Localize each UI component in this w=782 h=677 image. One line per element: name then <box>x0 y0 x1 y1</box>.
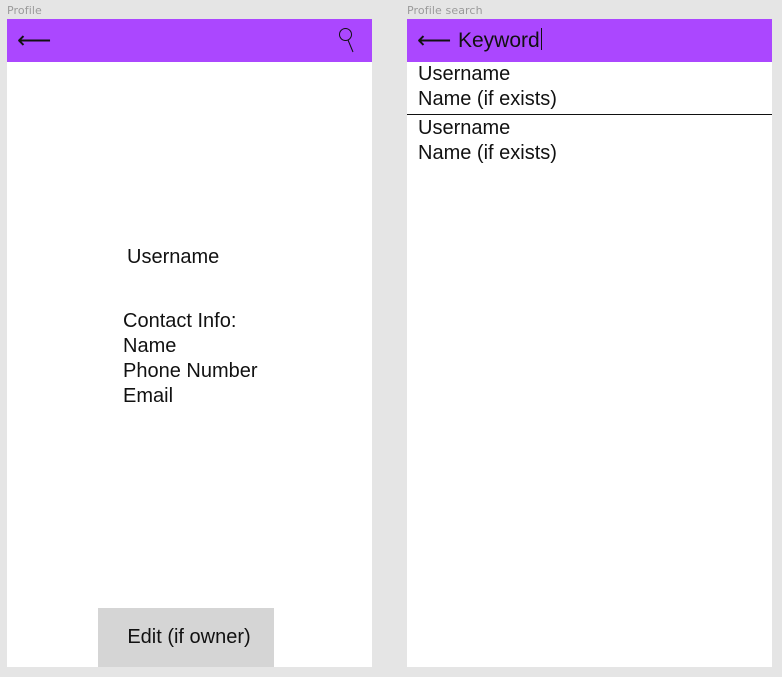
profile-app-bar: ⟵ <box>7 19 372 62</box>
search-result-item[interactable]: Username Name (if exists) <box>407 114 772 166</box>
contact-name: Name <box>123 335 177 357</box>
profile-search-screen: ⟵ Keyword Username Name (if exists) User… <box>407 19 772 667</box>
profile-username: Username <box>127 246 220 268</box>
contact-email: Email <box>123 385 174 407</box>
frame-label-profile: Profile <box>7 4 42 17</box>
search-icon[interactable] <box>337 27 355 55</box>
keyword-text: Keyword <box>458 29 540 52</box>
contact-phone: Phone Number <box>123 360 258 382</box>
result-divider <box>407 114 772 115</box>
contact-heading: Contact Info: <box>123 310 237 332</box>
profile-screen: ⟵ Username Contact Info: Name Phone Numb… <box>7 19 372 667</box>
result-username: Username <box>418 63 511 85</box>
frame-label-profile-search: Profile search <box>407 4 483 17</box>
text-caret <box>540 28 543 50</box>
search-result-item[interactable]: Username Name (if exists) <box>407 62 772 114</box>
keyword-search-input[interactable]: Keyword <box>458 27 543 55</box>
result-name: Name (if exists) <box>418 88 557 110</box>
result-username: Username <box>418 117 511 139</box>
contact-info: Contact Info: Name Phone Number Email <box>123 309 258 409</box>
back-arrow-icon[interactable]: ⟵ <box>17 23 51 57</box>
back-arrow-icon[interactable]: ⟵ <box>417 23 451 57</box>
edit-profile-button[interactable]: Edit (if owner) <box>98 608 274 667</box>
result-name: Name (if exists) <box>418 142 557 164</box>
search-app-bar: ⟵ Keyword <box>407 19 772 62</box>
